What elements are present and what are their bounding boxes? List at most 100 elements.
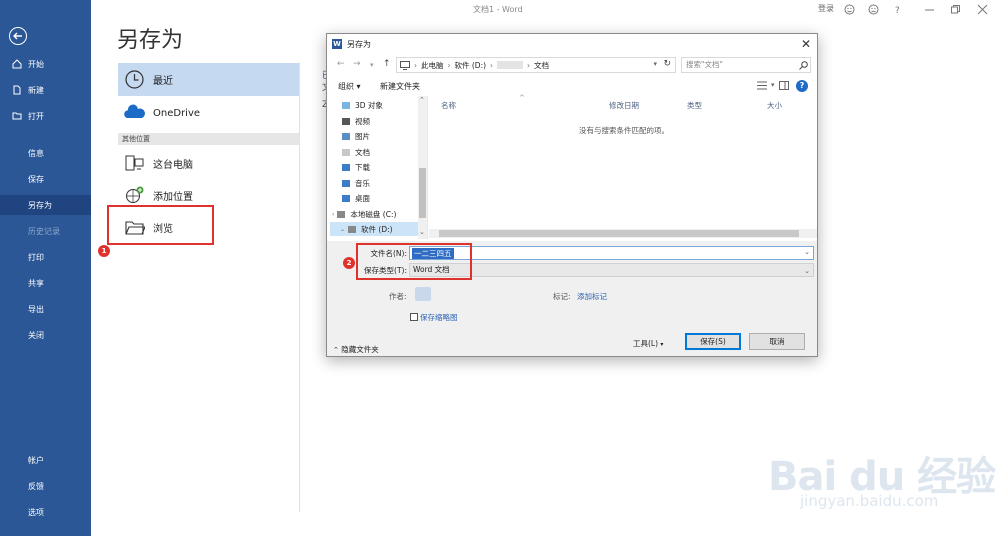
nav-feedback[interactable]: 反馈 <box>0 476 91 496</box>
dialog-help-icon[interactable]: ? <box>796 80 808 92</box>
frown-icon[interactable] <box>868 4 879 15</box>
nav-home[interactable]: 开始 <box>0 54 91 74</box>
smiley-icon[interactable] <box>844 4 855 15</box>
address-bar[interactable]: › 此电脑 › 软件 (D:) › › 文档 ▾ ↻ <box>396 57 676 73</box>
tree-label: 图片 <box>355 131 370 141</box>
save-thumbnail-checkbox[interactable] <box>410 313 418 321</box>
minimize-icon[interactable] <box>924 4 935 15</box>
tree-label: 音乐 <box>355 178 370 188</box>
nav-share[interactable]: 共享 <box>0 273 91 293</box>
add-tags-link[interactable]: 添加标记 <box>577 291 607 302</box>
collapse-chevron-icon[interactable]: ⌄ <box>340 226 345 233</box>
preview-pane-icon[interactable] <box>779 81 789 90</box>
tree-label: 桌面 <box>355 193 370 203</box>
tree-label: 软件 (D:) <box>361 224 393 234</box>
empty-message: 没有与搜索条件匹配的项。 <box>579 126 669 135</box>
dialog-close-button[interactable]: ✕ <box>801 37 811 51</box>
computer-small-icon <box>400 60 410 70</box>
column-size[interactable]: 大小 <box>767 100 782 111</box>
address-row: ← → ▾ ↑ › 此电脑 › 软件 (D:) › › 文档 ▾ ↻ 搜索"文档… <box>327 55 817 75</box>
svg-text:?: ? <box>895 6 900 15</box>
nav-print[interactable]: 打印 <box>0 247 91 267</box>
hide-folders-toggle[interactable]: ⌃ 隐藏文件夹 <box>333 344 379 355</box>
view-dropdown-icon[interactable]: ▾ <box>771 81 775 89</box>
save-thumbnail-label[interactable]: 保存缩略图 <box>420 312 458 323</box>
recent-nav-chevron-icon[interactable]: ▾ <box>370 61 374 69</box>
filename-dropdown-icon[interactable]: ⌄ <box>804 248 810 256</box>
column-modified[interactable]: 修改日期 <box>609 100 639 111</box>
desktop-folder-icon <box>342 194 350 202</box>
back-button[interactable] <box>9 27 27 45</box>
tree-item-desktop[interactable]: 桌面 <box>342 191 370 205</box>
nav-info[interactable]: 信息 <box>0 143 91 163</box>
breadcrumb-documents[interactable]: 文档 <box>534 60 549 71</box>
tree-scroll-thumb[interactable] <box>419 168 426 218</box>
dialog-toolbar: 组织 ▾ 新建文件夹 ▾ ? <box>327 77 817 95</box>
home-icon <box>12 59 22 69</box>
save-button[interactable]: 保存(S) <box>685 333 741 350</box>
back-nav-icon[interactable]: ← <box>337 59 345 69</box>
new-doc-icon <box>13 85 21 95</box>
tree-item-3d-objects[interactable]: 3D 对象 <box>342 98 383 112</box>
sign-in-link[interactable]: 登录 <box>818 3 834 14</box>
nav-close[interactable]: 关闭 <box>0 325 91 345</box>
annotation-highlight-form <box>356 243 472 280</box>
search-input[interactable]: 搜索"文档" <box>681 57 811 73</box>
tools-menu[interactable]: 工具(L) ▾ <box>633 338 663 349</box>
scroll-down-icon[interactable]: ⌄ <box>419 228 425 236</box>
location-this-pc[interactable]: 这台电脑 <box>118 147 299 180</box>
scroll-up-icon[interactable]: ⌃ <box>419 96 425 104</box>
file-list-hscrollbar[interactable] <box>429 229 817 238</box>
dialog-title: 另存为 <box>347 39 371 49</box>
breadcrumb-this-pc[interactable]: 此电脑 <box>421 60 444 71</box>
tree-item-drive-c[interactable]: › 本地磁盘 (C:) <box>332 207 396 221</box>
tree-item-drive-d[interactable]: ⌄ 软件 (D:) <box>330 222 418 236</box>
file-list: 名称 ^ 修改日期 类型 大小 没有与搜索条件匹配的项。 <box>429 94 817 229</box>
nav-options[interactable]: 选项 <box>0 502 91 522</box>
nav-feedback-label: 反馈 <box>28 481 44 491</box>
globe-add-icon <box>126 186 144 203</box>
view-options-icon[interactable] <box>757 81 767 90</box>
location-onedrive[interactable]: OneDrive <box>118 97 299 130</box>
author-value[interactable] <box>415 287 431 301</box>
restore-icon[interactable] <box>950 4 961 15</box>
nav-account[interactable]: 帐户 <box>0 450 91 470</box>
hscroll-thumb[interactable] <box>439 230 799 237</box>
dialog-titlebar: W 另存为 ✕ <box>327 34 817 54</box>
search-icon[interactable] <box>799 61 808 70</box>
breadcrumb-drive-d[interactable]: 软件 (D:) <box>455 60 487 71</box>
filetype-dropdown-icon[interactable]: ⌄ <box>804 265 810 277</box>
annotation-highlight-browse <box>107 205 214 245</box>
refresh-icon[interactable]: ↻ <box>663 59 671 69</box>
breadcrumb-blurred <box>497 61 524 69</box>
location-add-place-label: 添加位置 <box>153 192 193 203</box>
forward-nav-icon[interactable]: → <box>353 59 361 69</box>
nav-export[interactable]: 导出 <box>0 299 91 319</box>
location-recent[interactable]: 最近 <box>118 63 299 96</box>
nav-save-as[interactable]: 另存为 <box>0 195 91 215</box>
nav-save[interactable]: 保存 <box>0 169 91 189</box>
help-icon[interactable]: ? <box>892 4 903 15</box>
expand-chevron-icon[interactable]: › <box>332 211 334 218</box>
nav-new[interactable]: 新建 <box>0 80 91 100</box>
tree-item-documents[interactable]: 文档 <box>342 145 370 159</box>
tree-item-videos[interactable]: 视频 <box>342 114 370 128</box>
collapse-icon: ⌃ <box>333 346 339 354</box>
column-type[interactable]: 类型 <box>687 100 702 111</box>
cancel-button[interactable]: 取消 <box>749 333 805 350</box>
window-close-icon[interactable] <box>977 4 988 15</box>
tree-item-music[interactable]: 音乐 <box>342 176 370 190</box>
pictures-folder-icon <box>342 132 350 140</box>
nav-new-label: 新建 <box>28 85 44 95</box>
word-app-icon: W <box>332 39 342 49</box>
up-folder-icon[interactable]: ↑ <box>383 59 391 69</box>
tree-item-downloads[interactable]: 下载 <box>342 160 370 174</box>
tree-item-pictures[interactable]: 图片 <box>342 129 370 143</box>
column-name[interactable]: 名称 <box>441 100 456 111</box>
new-folder-button[interactable]: 新建文件夹 <box>380 81 420 92</box>
nav-open[interactable]: 打开 <box>0 106 91 126</box>
location-this-pc-label: 这台电脑 <box>153 160 193 171</box>
organize-menu[interactable]: 组织 ▾ <box>338 81 361 92</box>
address-dropdown-icon[interactable]: ▾ <box>653 60 657 68</box>
tree-scrollbar[interactable]: ⌃ ⌄ <box>418 96 427 239</box>
